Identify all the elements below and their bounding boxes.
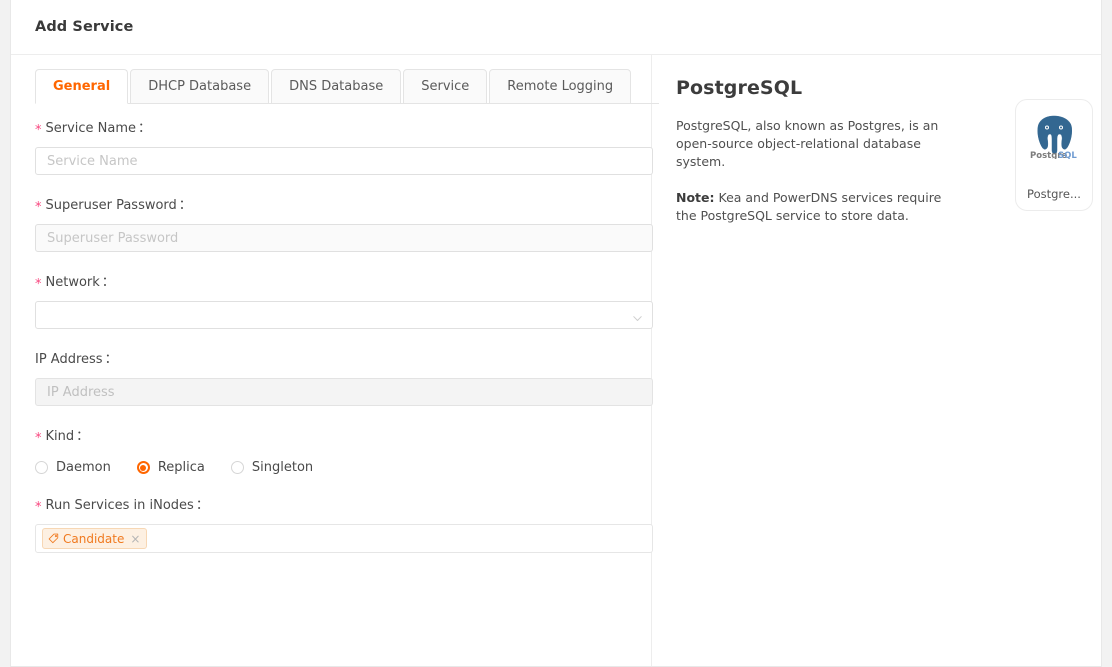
ip-address-input[interactable] [35, 378, 653, 406]
field-superuser-password: * Superuser Password ： [35, 197, 653, 252]
service-title: PostgreSQL [676, 77, 803, 99]
radio-icon [230, 461, 244, 474]
required-marker: * [35, 277, 42, 292]
required-marker: * [35, 500, 42, 515]
tab-service[interactable]: Service [403, 69, 488, 104]
field-ip-address: IP Address ： [35, 351, 653, 406]
close-icon[interactable]: × [130, 533, 140, 545]
tab-service-label: Service [421, 79, 470, 94]
general-form: * Service Name ： * Superuser Password ： [35, 104, 653, 553]
label-colon: ： [101, 275, 115, 290]
tag-candidate-label: Candidate [63, 531, 125, 546]
required-marker: * [35, 123, 42, 138]
radio-kind-singleton-label: Singleton [251, 460, 314, 475]
kind-label-text: Kind [45, 429, 75, 444]
required-marker: * [35, 200, 42, 215]
service-logo-caption: Postgre... [1027, 187, 1081, 201]
field-run-services-in-inodes: * Run Services in iNodes ： Candidate × [35, 497, 653, 553]
ip-address-label-text: IP Address [35, 352, 103, 367]
service-note-text: Kea and PowerDNS services require the Po… [676, 190, 942, 223]
label-colon: ： [76, 429, 90, 444]
kind-radio-group: Daemon Replica Singleton [35, 460, 653, 475]
service-name-input[interactable] [35, 147, 653, 175]
field-service-name: * Service Name ： [35, 120, 653, 175]
service-name-label-text: Service Name [45, 121, 137, 136]
tab-remote-logging[interactable]: Remote Logging [489, 69, 632, 104]
network-label-text: Network [45, 275, 100, 290]
superuser-password-input[interactable] [35, 224, 653, 252]
field-network: * Network ： [35, 274, 653, 329]
service-name-label: * Service Name ： [35, 120, 653, 138]
network-label: * Network ： [35, 274, 653, 292]
tab-bar: General DHCP Database DNS Database Servi… [35, 69, 659, 104]
service-description: PostgreSQL, also known as Postgres, is a… [676, 118, 939, 169]
tab-remote-logging-label: Remote Logging [507, 79, 614, 94]
field-kind: * Kind ： Daemon Replica Singleton [35, 428, 653, 475]
service-detail-pane: PostgreSQL PostgreSQL, also known as Pos… [652, 55, 1101, 666]
service-note-label: Note: [676, 190, 715, 205]
postgresql-logo-icon: Postgre SQL [1029, 113, 1079, 161]
tab-general-label: General [53, 79, 111, 94]
superuser-password-label-text: Superuser Password [45, 198, 177, 213]
label-colon: ： [138, 121, 152, 136]
radio-kind-replica-label: Replica [157, 460, 205, 475]
network-select-wrap [35, 301, 653, 329]
tab-general[interactable]: General [35, 69, 129, 104]
radio-kind-singleton[interactable]: Singleton [230, 460, 314, 475]
label-colon: ： [104, 352, 118, 367]
superuser-password-label: * Superuser Password ： [35, 197, 653, 215]
tab-dhcp-database[interactable]: DHCP Database [130, 69, 270, 104]
tab-dns-database-label: DNS Database [289, 79, 384, 94]
radio-kind-daemon-label: Daemon [56, 460, 111, 475]
tag-candidate[interactable]: Candidate × [42, 528, 148, 549]
tag-icon [48, 533, 59, 544]
svg-text:SQL: SQL [1058, 151, 1077, 159]
kind-label: * Kind ： [35, 428, 653, 446]
radio-icon [35, 461, 48, 474]
page-title: Add Service [35, 19, 134, 35]
modal-body: General DHCP Database DNS Database Servi… [11, 55, 1101, 666]
ip-address-label: IP Address ： [35, 351, 653, 369]
network-select[interactable] [35, 301, 653, 329]
required-marker: * [35, 431, 42, 446]
radio-kind-daemon[interactable]: Daemon [35, 460, 111, 475]
run-services-label-text: Run Services in iNodes [45, 498, 194, 513]
service-note: Note: Kea and PowerDNS services require … [676, 189, 954, 225]
service-logo-card[interactable]: Postgre SQL Postgre... [1015, 99, 1093, 211]
radio-icon-selected [136, 461, 150, 474]
modal-header: Add Service [11, 0, 1101, 55]
form-pane: General DHCP Database DNS Database Servi… [11, 55, 659, 666]
run-services-tag-input[interactable]: Candidate × [35, 524, 653, 553]
radio-kind-replica[interactable]: Replica [136, 460, 205, 475]
run-services-label: * Run Services in iNodes ： [35, 497, 653, 515]
label-colon: ： [178, 198, 192, 213]
tab-dhcp-database-label: DHCP Database [148, 79, 252, 94]
label-colon: ： [195, 498, 209, 513]
tab-dns-database[interactable]: DNS Database [271, 69, 402, 104]
add-service-modal: Add Service General DHCP Database DNS Da… [10, 0, 1102, 667]
